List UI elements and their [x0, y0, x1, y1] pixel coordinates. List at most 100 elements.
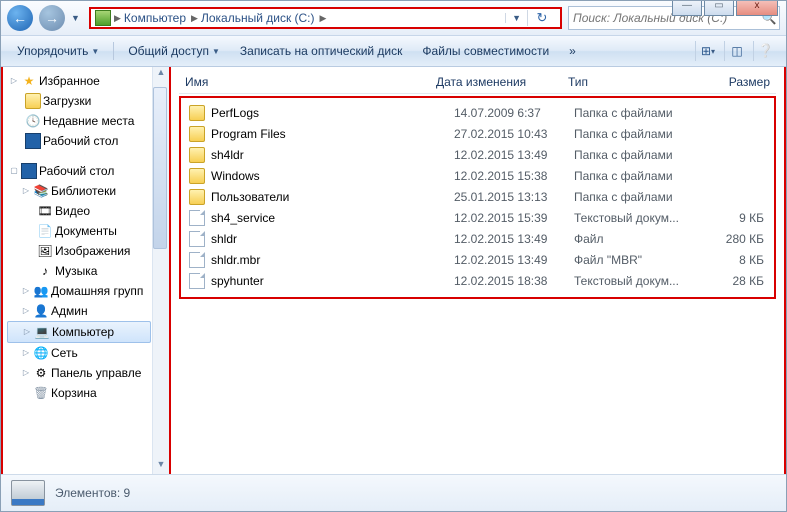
- status-bar: Элементов: 9: [1, 474, 786, 511]
- tree-downloads[interactable]: Загрузки: [7, 91, 169, 111]
- file-type: Текстовый докум...: [574, 274, 694, 288]
- scroll-down-icon[interactable]: ▼: [153, 459, 169, 475]
- file-type: Файл: [574, 232, 694, 246]
- file-date: 12.02.2015 15:38: [454, 169, 574, 183]
- back-button[interactable]: ←: [7, 5, 33, 31]
- folder-icon: [189, 126, 205, 142]
- chevron-right-icon: ▶: [114, 13, 121, 24]
- file-size: 8 КБ: [694, 253, 772, 267]
- arrow-left-icon: ←: [13, 10, 27, 26]
- folder-icon: [189, 189, 205, 205]
- nav-row: ← → ▼ ▶ Компьютер▶ Локальный диск (C:)▶ …: [1, 1, 786, 36]
- file-icon: [189, 231, 205, 247]
- forward-button[interactable]: →: [39, 5, 65, 31]
- file-date: 12.02.2015 18:38: [454, 274, 574, 288]
- file-name: Пользователи: [211, 190, 289, 204]
- folder-icon: [189, 168, 205, 184]
- body: ▷★Избранное Загрузки 🕓Недавние места Раб…: [1, 67, 786, 475]
- file-name: shldr.mbr: [211, 253, 260, 267]
- tree-favorites[interactable]: ▷★Избранное: [7, 71, 169, 91]
- separator: [113, 42, 114, 60]
- file-row[interactable]: Windows 12.02.2015 15:38Папка с файлами: [183, 165, 772, 186]
- file-icon: [189, 273, 205, 289]
- drive-icon: [95, 10, 111, 26]
- file-date: 12.02.2015 15:39: [454, 211, 574, 225]
- arrow-right-icon: →: [45, 10, 59, 26]
- file-row[interactable]: shldr.mbr12.02.2015 13:49Файл "MBR"8 КБ: [183, 249, 772, 270]
- file-row[interactable]: Пользователи25.01.2015 13:13Папка с файл…: [183, 186, 772, 207]
- burn-button[interactable]: Записать на оптический диск: [232, 41, 411, 61]
- preview-pane-button[interactable]: ◫: [724, 41, 749, 61]
- chevron-right-icon: ▶: [320, 13, 327, 24]
- folder-icon: [189, 147, 205, 163]
- file-type: Папка с файлами: [574, 169, 694, 183]
- control-panel-icon: ⚙: [33, 365, 49, 381]
- maximize-button[interactable]: ▭: [704, 0, 734, 16]
- close-button[interactable]: x: [736, 0, 778, 16]
- file-row[interactable]: sh4_service12.02.2015 15:39Текстовый док…: [183, 207, 772, 228]
- col-name[interactable]: Имя: [179, 75, 430, 89]
- file-name: shldr: [211, 232, 237, 246]
- refresh-button[interactable]: ↻: [527, 10, 556, 26]
- file-date: 25.01.2015 13:13: [454, 190, 574, 204]
- file-date: 12.02.2015 13:49: [454, 232, 574, 246]
- tree-videos[interactable]: 🎞Видео: [7, 201, 169, 221]
- column-headers: Имя Дата изменения Тип Размер: [179, 71, 776, 94]
- file-row[interactable]: spyhunter 12.02.2015 18:38Текстовый докум…: [183, 270, 772, 291]
- breadcrumb-computer[interactable]: Компьютер▶: [124, 11, 201, 25]
- pictures-icon: 🖼: [37, 243, 53, 259]
- col-size[interactable]: Размер: [694, 75, 776, 89]
- network-icon: 🌐: [33, 345, 49, 361]
- file-row[interactable]: sh4ldr12.02.2015 13:49Папка с файлами: [183, 144, 772, 165]
- tree-homegroup[interactable]: ▷👥Домашняя групп: [7, 281, 169, 301]
- address-dropdown[interactable]: ▼: [505, 13, 527, 23]
- navigation-tree: ▷★Избранное Загрузки 🕓Недавние места Раб…: [1, 67, 171, 475]
- file-size: 28 КБ: [694, 274, 772, 288]
- file-row[interactable]: PerfLogs14.07.2009 6:37Папка с файлами: [183, 102, 772, 123]
- help-button[interactable]: ❔: [753, 41, 778, 61]
- tree-libraries[interactable]: ▷📚Библиотеки: [7, 181, 169, 201]
- tree-network[interactable]: ▷🌐Сеть: [7, 343, 169, 363]
- user-icon: 👤: [33, 303, 49, 319]
- file-name: Windows: [211, 169, 260, 183]
- tree-desktop-fav[interactable]: Рабочий стол: [7, 131, 169, 151]
- file-row[interactable]: Program Files27.02.2015 10:43Папка с фай…: [183, 123, 772, 144]
- tree-pictures[interactable]: 🖼Изображения: [7, 241, 169, 261]
- minimize-button[interactable]: —: [672, 0, 702, 16]
- file-row[interactable]: shldr12.02.2015 13:49Файл280 КБ: [183, 228, 772, 249]
- tree-desktop[interactable]: ▢Рабочий стол: [7, 161, 169, 181]
- file-type: Папка с файлами: [574, 106, 694, 120]
- file-icon: [189, 210, 205, 226]
- file-name: sh4ldr: [211, 148, 244, 162]
- tree-computer[interactable]: ▷💻Компьютер: [7, 321, 151, 343]
- file-date: 12.02.2015 13:49: [454, 253, 574, 267]
- file-date: 27.02.2015 10:43: [454, 127, 574, 141]
- explorer-window: — ▭ x ← → ▼ ▶ Компьютер▶ Локальный диск …: [0, 0, 787, 512]
- tree-recycle-bin[interactable]: 🗑Корзина: [7, 383, 169, 403]
- tree-admin[interactable]: ▷👤Админ: [7, 301, 169, 321]
- file-date: 12.02.2015 13:49: [454, 148, 574, 162]
- star-icon: ★: [21, 73, 37, 89]
- tree-recent[interactable]: 🕓Недавние места: [7, 111, 169, 131]
- tree-control-panel[interactable]: ▷⚙Панель управле: [7, 363, 169, 383]
- file-name: PerfLogs: [211, 106, 259, 120]
- col-type[interactable]: Тип: [562, 75, 694, 89]
- organize-button[interactable]: Упорядочить▼: [9, 41, 107, 61]
- nav-history-dropdown[interactable]: ▼: [71, 13, 83, 23]
- breadcrumb-drive-c[interactable]: Локальный диск (C:)▶: [201, 11, 329, 25]
- desktop-icon: [25, 133, 41, 149]
- tree-scrollbar[interactable]: ▲ ▼: [152, 67, 169, 475]
- address-bar[interactable]: ▶ Компьютер▶ Локальный диск (C:)▶ ▼ ↻: [89, 7, 562, 29]
- scroll-up-icon[interactable]: ▲: [153, 67, 169, 83]
- col-date[interactable]: Дата изменения: [430, 75, 562, 89]
- share-button[interactable]: Общий доступ▼: [120, 41, 228, 61]
- tree-documents[interactable]: 📄Документы: [7, 221, 169, 241]
- scroll-thumb[interactable]: [153, 87, 167, 249]
- compat-files-button[interactable]: Файлы совместимости: [414, 41, 557, 61]
- homegroup-icon: 👥: [33, 283, 49, 299]
- view-options-button[interactable]: ⊞ ▾: [695, 41, 720, 61]
- chevron-down-icon: ▼: [91, 47, 99, 56]
- file-name: spyhunter: [211, 274, 264, 288]
- toolbar-overflow[interactable]: »: [561, 41, 584, 61]
- tree-music[interactable]: ♪Музыка: [7, 261, 169, 281]
